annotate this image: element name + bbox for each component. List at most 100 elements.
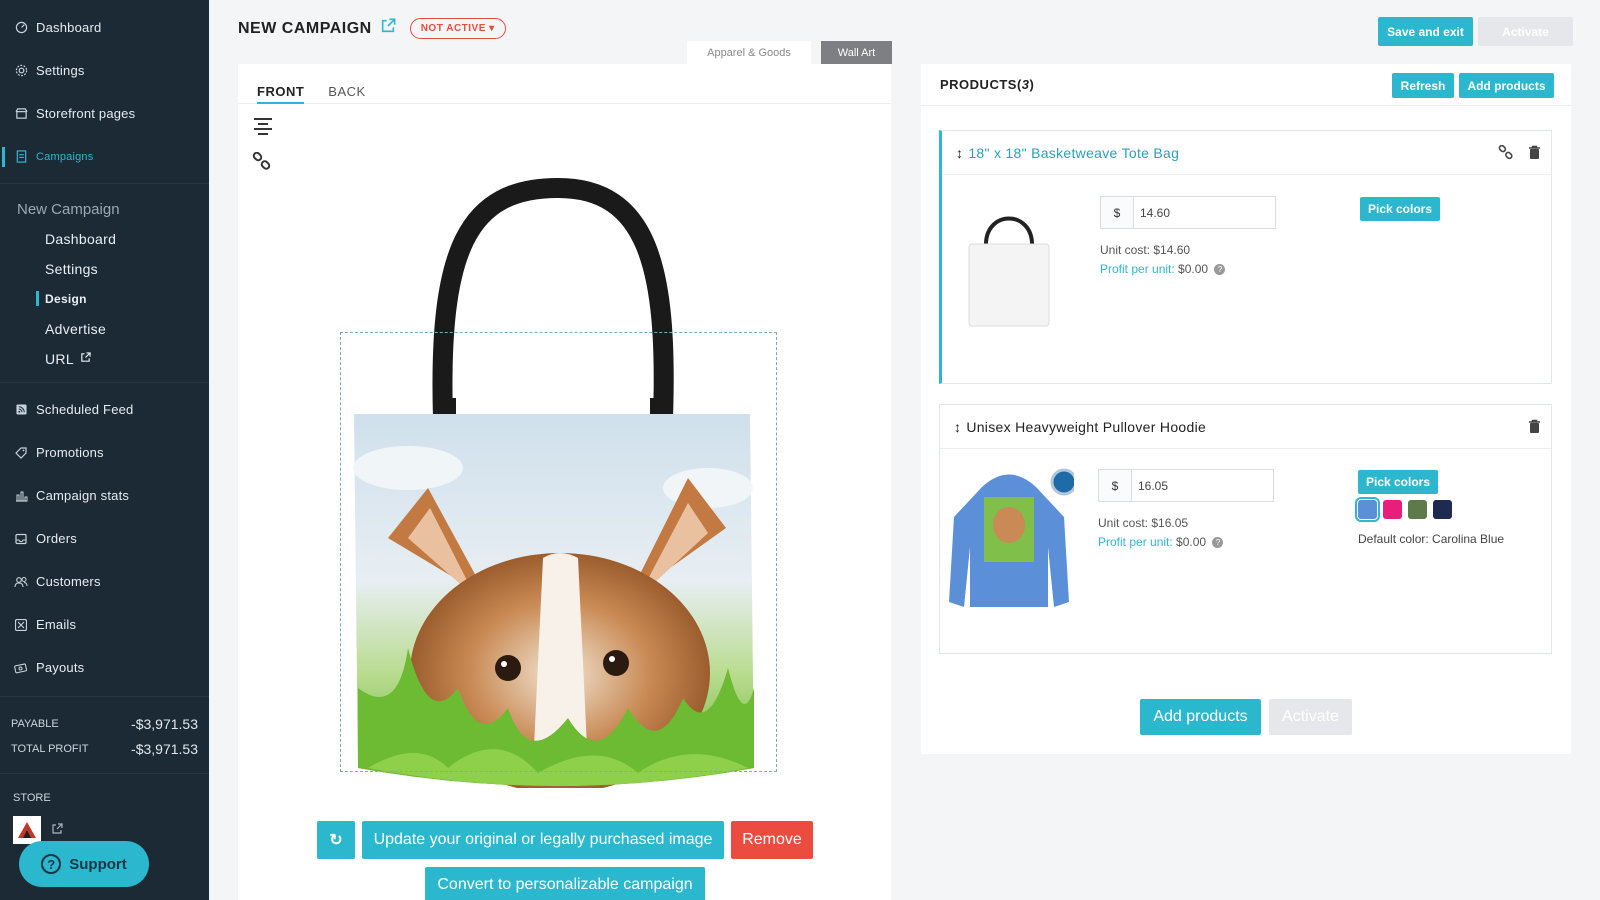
add-products-bottom-button[interactable]: Add products (1140, 699, 1261, 735)
nav-label: Campaigns (36, 150, 94, 163)
caret-down-icon: ▾ (489, 23, 495, 34)
product-card[interactable]: ↕ Unisex Heavyweight Pullover Hoodie $ U… (939, 404, 1552, 654)
align-center-icon[interactable] (252, 118, 274, 141)
balance-summary: PAYABLE -$3,971.53 TOTAL PROFIT -$3,971.… (0, 696, 209, 761)
trash-icon[interactable] (1528, 419, 1541, 439)
nav-customers[interactable]: Customers (0, 560, 209, 603)
submenu-settings[interactable]: Settings (0, 254, 209, 284)
submenu-title: New Campaign (17, 200, 120, 218)
tab-apparel-goods[interactable]: Apparel & Goods (687, 41, 811, 64)
profit-label: Profit per unit: (1098, 535, 1173, 549)
nav-campaign-stats[interactable]: Campaign stats (0, 474, 209, 517)
activate-bottom-button[interactable]: Activate (1269, 699, 1352, 735)
product-name: Unisex Heavyweight Pullover Hoodie (966, 418, 1207, 435)
color-swatch[interactable] (1355, 497, 1380, 522)
nav-scheduled-feed[interactable]: Scheduled Feed (0, 388, 209, 431)
currency-label: $ (1099, 470, 1132, 501)
trash-icon[interactable] (1528, 145, 1541, 166)
drag-handle-icon[interactable]: ↕ (954, 419, 961, 435)
activate-button[interactable]: Activate (1478, 17, 1573, 46)
price-field[interactable]: $ (1098, 469, 1274, 502)
profit-per-unit: Profit per unit: $0.00 ? (1098, 535, 1224, 549)
dashboard-icon (14, 21, 28, 35)
nav-label: Storefront pages (36, 106, 136, 121)
convert-personalizable-button[interactable]: Convert to personalizable campaign (425, 867, 705, 900)
pick-colors-button[interactable]: Pick colors (1358, 470, 1438, 494)
store-label: STORE (13, 792, 51, 804)
link-icon[interactable] (252, 151, 272, 177)
nav-campaigns[interactable]: Campaigns (0, 135, 209, 178)
nav-label: Payouts (36, 660, 85, 675)
submenu-url[interactable]: URL (0, 344, 209, 374)
color-swatch[interactable] (1408, 500, 1427, 519)
tab-wall-art[interactable]: Wall Art (821, 41, 892, 64)
nav-emails[interactable]: Emails (0, 603, 209, 646)
nav-label: Campaign stats (36, 488, 130, 503)
store-logo[interactable] (13, 816, 41, 844)
product-card-header: ↕ 18" x 18" Basketweave Tote Bag (942, 131, 1551, 175)
storefront-icon (14, 107, 28, 121)
submenu-advertise[interactable]: Advertise (0, 314, 209, 344)
color-swatch[interactable] (1433, 500, 1452, 519)
nav-settings[interactable]: Settings (0, 49, 209, 92)
help-icon[interactable]: ? (1214, 264, 1226, 276)
stats-icon (14, 489, 28, 503)
nav-orders[interactable]: Orders (0, 517, 209, 560)
refresh-image-button[interactable]: ↻ (317, 821, 355, 859)
status-badge[interactable]: NOT ACTIVE ▾ (409, 18, 506, 39)
nav-label: Dashboard (36, 20, 102, 35)
submenu-design[interactable]: Design (0, 284, 209, 314)
refresh-products-button[interactable]: Refresh (1392, 73, 1454, 98)
link-icon[interactable] (1498, 144, 1514, 166)
support-button[interactable]: ? Support (19, 841, 149, 887)
profit-per-unit: Profit per unit: $0.00 ? (1100, 262, 1226, 276)
page-title-text: NEW CAMPAIGN (238, 19, 372, 37)
external-link-icon[interactable] (51, 822, 63, 838)
nav-promotions[interactable]: Promotions (0, 431, 209, 474)
nav-label: Customers (36, 574, 101, 589)
question-icon: ? (41, 854, 62, 874)
campaign-submenu: New Campaign Dashboard Settings Design A… (0, 183, 209, 383)
currency-label: $ (1101, 197, 1134, 228)
nav-payouts[interactable]: Payouts (0, 646, 209, 689)
tab-front[interactable]: FRONT (257, 84, 305, 104)
external-link-icon (80, 352, 91, 366)
nav-label: Emails (36, 617, 77, 632)
tab-back[interactable]: BACK (328, 84, 365, 104)
status-text: NOT ACTIVE (420, 23, 486, 34)
add-products-button[interactable]: Add products (1459, 73, 1554, 98)
nav-storefront[interactable]: Storefront pages (0, 92, 209, 135)
profit-value: $0.00 (1176, 535, 1207, 549)
nav-label: Scheduled Feed (36, 402, 134, 417)
drag-handle-icon[interactable]: ↕ (956, 145, 963, 161)
payable-value: -$3,971.53 (131, 715, 198, 732)
inbox-icon (14, 532, 28, 546)
external-link-icon[interactable] (380, 18, 396, 39)
price-input[interactable] (1132, 470, 1272, 501)
price-field[interactable]: $ (1100, 196, 1276, 229)
products-title: PRODUCTS (940, 77, 1017, 92)
submenu-dashboard[interactable]: Dashboard (0, 224, 209, 254)
support-label: Support (69, 855, 127, 873)
update-image-button[interactable]: Update your original or legally purchase… (362, 821, 724, 859)
unit-cost: Unit cost: $14.60 (1100, 243, 1191, 257)
save-exit-button[interactable]: Save and exit (1378, 17, 1473, 46)
payable-label: PAYABLE (11, 717, 59, 730)
product-card[interactable]: ↕ 18" x 18" Basketweave Tote Bag $ Unit … (939, 130, 1552, 384)
nav-label: Settings (36, 63, 85, 78)
profit-label: Profit per unit: (1100, 262, 1175, 276)
remove-image-button[interactable]: Remove (731, 821, 813, 859)
products-panel: PRODUCTS(3) Refresh Add products ↕ 18" x… (921, 64, 1571, 754)
help-icon[interactable]: ? (1212, 537, 1224, 549)
product-name: 18" x 18" Basketweave Tote Bag (968, 144, 1180, 161)
design-editor: FRONT BACK ↻ Update your original or leg… (238, 64, 891, 900)
nav-label: Orders (36, 531, 77, 546)
color-swatch[interactable] (1383, 500, 1402, 519)
email-icon (14, 618, 28, 632)
price-input[interactable] (1134, 197, 1274, 228)
nav-dashboard[interactable]: Dashboard (0, 6, 209, 49)
pick-colors-button[interactable]: Pick colors (1360, 197, 1440, 221)
gear-icon (14, 64, 28, 78)
store-logo-row (13, 816, 196, 844)
print-area-box[interactable] (340, 332, 777, 772)
